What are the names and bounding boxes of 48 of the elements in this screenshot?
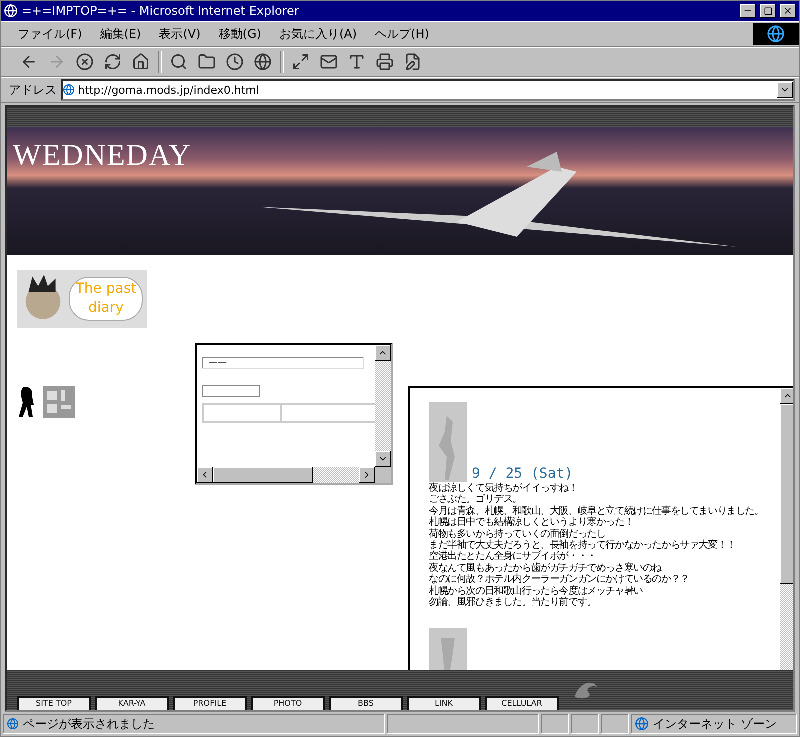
scroll-thumb[interactable]: [213, 467, 313, 483]
vertical-scrollbar[interactable]: [780, 388, 793, 670]
vertical-scrollbar[interactable]: [375, 345, 391, 467]
scroll-up-button[interactable]: [780, 388, 793, 404]
nav-link[interactable]: BBS: [329, 696, 403, 710]
nav-link[interactable]: SITE TOP: [17, 696, 91, 710]
address-field[interactable]: http://goma.mods.jp/index0.html: [61, 79, 795, 101]
globe-icon: [635, 717, 649, 731]
scroll-left-button[interactable]: [197, 467, 213, 483]
diary-date: 9 / 25 (Sat): [472, 466, 574, 482]
nav-link[interactable]: LINK: [407, 696, 481, 710]
small-field[interactable]: [202, 385, 260, 397]
status-pane: [601, 714, 629, 734]
zone-text: インターネット ゾーン: [653, 716, 777, 732]
nav-link[interactable]: PROFILE: [173, 696, 247, 710]
page-icon: [7, 718, 19, 730]
patron-logo-icon: [43, 386, 75, 418]
close-icon: [783, 6, 793, 16]
horizontal-scrollbar[interactable]: [197, 467, 375, 483]
ape-silhouette-icon: [17, 387, 37, 417]
menu-item[interactable]: 編集(E): [91, 22, 150, 46]
maximize-icon: [764, 6, 772, 16]
scrollbar-corner: [375, 467, 391, 483]
scroll-down-button[interactable]: [375, 451, 391, 467]
menu-item[interactable]: 移動(G): [210, 22, 270, 46]
menu-item[interactable]: 表示(V): [150, 22, 210, 46]
close-button[interactable]: [780, 4, 796, 18]
text-field[interactable]: ——: [202, 357, 364, 369]
diary-text: 夜は涼しくて気持ちがイイっすね！ ごさぶた。ゴリデス。 今月は青森、札幌、和歌山、大阪、岐阜と立て続けに仕事をしてまいりました。 札幌は日中でも結構涼しくというより寒かった！ 荷物も多いから持っていくの面倒だったし まだ半袖で大丈夫だろうと、長袖を持って行かなかったからサァ大変！！ 空港出たとたん全身にサブイボが・・・ 夜なんて風もあったから歯がガチガチでめっさ寒いのね なのに何故？ホテル内クーラーガンガンにかけているのか？？ 札幌から次の日和歌山行ったら今度はメッチャ暑い 勿論、風邪ひきました。当たり前です。: [429, 483, 765, 608]
window-title: =+=IMPTOP=+= - Microsoft Internet Explorer: [22, 4, 300, 18]
status-pane: [541, 714, 569, 734]
banner-title: WEDNEDAY: [13, 139, 192, 173]
scroll-thumb[interactable]: [780, 404, 793, 584]
scroll-up-button[interactable]: [375, 345, 391, 361]
status-text: ページが表示されました: [23, 716, 155, 732]
minimize-button[interactable]: [740, 4, 756, 18]
nav-link[interactable]: CELLULAR: [485, 696, 559, 710]
menu-item[interactable]: ヘルプ(H): [366, 22, 438, 46]
dropdown-button[interactable]: [777, 82, 793, 98]
menu-item[interactable]: ファイル(F): [9, 22, 92, 46]
nav-link[interactable]: PHOTO: [251, 696, 325, 710]
page-icon: [63, 84, 75, 96]
nav-link[interactable]: KAR-YA: [95, 696, 169, 710]
status-pane: [571, 714, 599, 734]
address-label: アドレス: [8, 82, 58, 98]
scroll-right-button[interactable]: [359, 467, 375, 483]
menu-item[interactable]: お気に入り(A): [270, 22, 366, 46]
maximize-button[interactable]: [760, 4, 776, 18]
